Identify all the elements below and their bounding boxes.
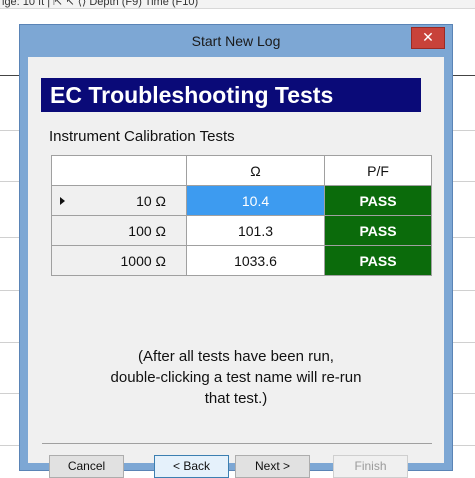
grid-header-row: Ω P/F [51,155,432,186]
result-cell[interactable]: PASS [324,215,432,246]
result-cell[interactable]: PASS [324,185,432,216]
section-title: Instrument Calibration Tests [49,128,235,145]
dialog-title[interactable]: Start New Log [20,25,452,57]
measured-value-cell[interactable]: 101.3 [186,215,325,246]
background-grid-line [0,393,19,394]
current-row-indicator-icon [60,196,65,205]
next-button[interactable]: Next > [235,455,310,478]
test-name: 1000 Ω [120,252,167,269]
background-grid-line [0,181,19,182]
grid-header-pf[interactable]: P/F [324,155,432,186]
background-axis-tick [453,75,475,76]
close-icon: ✕ [422,29,434,45]
instruction-note: (After all tests have been run, double-c… [48,346,424,409]
result-cell[interactable]: PASS [324,245,432,276]
note-line: that test.) [204,390,268,407]
background-grid-line [0,290,19,291]
background-axis-tick [0,75,19,76]
row-label-cell[interactable]: 10 Ω [51,185,187,216]
measured-value-cell[interactable]: 1033.6 [186,245,325,276]
calibration-grid: Ω P/F 10 Ω 10.4 PASS 100 Ω 101.3 PASS 10… [51,155,432,276]
table-row[interactable]: 1000 Ω 1033.6 PASS [51,245,432,276]
background-grid-line [453,445,475,446]
background-toolbar: ige: 10 ft | ⇱ ↖ ⟨⟩ Depth (F9) Time (F10… [0,0,475,9]
background-grid-line [453,342,475,343]
background-grid-line [0,445,19,446]
background-grid-line [0,130,19,131]
note-line: double-clicking a test name will re-run [110,369,362,386]
banner-title: EC Troubleshooting Tests [41,78,421,112]
table-row[interactable]: 100 Ω 101.3 PASS [51,215,432,246]
grid-header-corner [51,155,187,186]
background-grid-line [453,393,475,394]
background-grid-line [453,181,475,182]
cancel-button[interactable]: Cancel [49,455,124,478]
background-toolbar-text: ige: 10 ft | ⇱ ↖ ⟨⟩ Depth (F9) Time (F10… [2,0,199,8]
background-grid-line [453,290,475,291]
measured-value-cell[interactable]: 10.4 [186,185,325,216]
back-button[interactable]: < Back [154,455,229,478]
dialog-client-area: EC Troubleshooting Tests Instrument Cali… [28,57,444,478]
row-label-cell[interactable]: 100 Ω [51,215,187,246]
close-button[interactable]: ✕ [411,27,445,49]
row-label-cell[interactable]: 1000 Ω [51,245,187,276]
finish-button[interactable]: Finish [333,455,408,478]
test-name: 100 Ω [128,222,166,239]
grid-header-ohms[interactable]: Ω [186,155,325,186]
test-name: 10 Ω [136,192,166,209]
start-new-log-dialog: Start New Log ✕ EC Troubleshooting Tests… [19,24,453,478]
button-separator [42,443,432,444]
table-row[interactable]: 10 Ω 10.4 PASS [51,185,432,216]
background-grid-line [0,237,19,238]
background-grid-line [0,342,19,343]
note-line: (After all tests have been run, [138,348,334,365]
background-grid-line [453,130,475,131]
background-grid-line [453,237,475,238]
